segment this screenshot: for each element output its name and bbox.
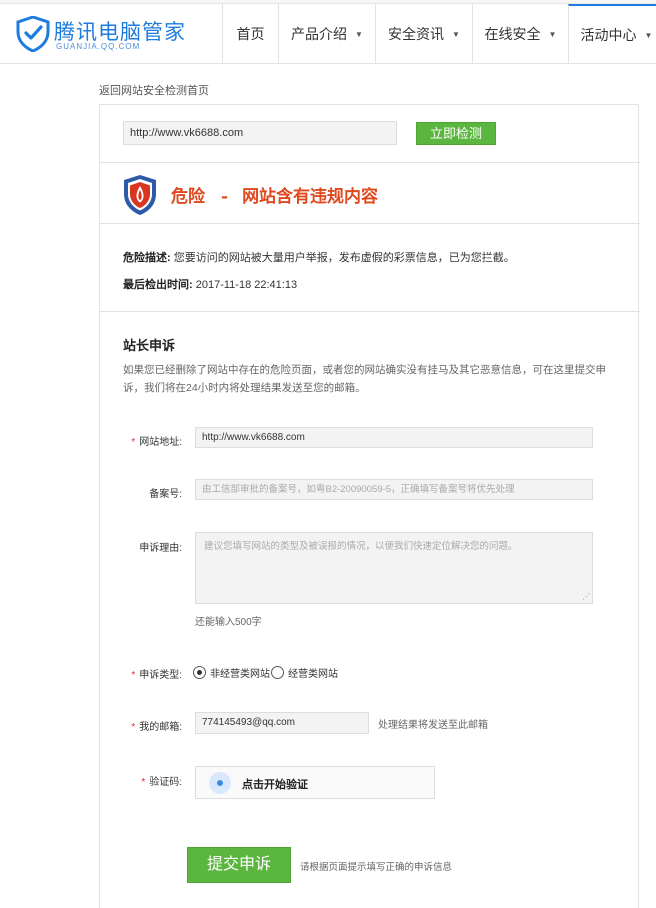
divider xyxy=(100,162,640,163)
radio-unchecked-icon[interactable] xyxy=(271,666,284,679)
nav-home[interactable]: 首页 xyxy=(222,4,278,64)
email-label: * 我的邮箱: xyxy=(100,718,182,733)
appeal-type-label: * 申诉类型: xyxy=(100,666,182,681)
required-mark: * xyxy=(131,722,136,733)
verify-dot-icon xyxy=(209,772,231,794)
nav-online-security-label: 在线安全 xyxy=(484,26,541,42)
icp-number-label: 备案号: xyxy=(149,489,182,500)
appeal-description: 如果您已经删除了网站中存在的危险页面，或者您的网站确实没有挂马及其它恶意信息，可… xyxy=(123,364,606,394)
site-address-label: * 网站地址: xyxy=(100,433,182,448)
nav-online-security[interactable]: 在线安全 ▼ xyxy=(472,4,568,64)
main-nav: 首页 产品介绍 ▼ 安全资讯 ▼ 在线安全 ▼ 活动中心 ▼ xyxy=(222,4,656,64)
result-card: http://www.vk6688.com 立即检测 危险 - 网站含有违规内容 危… xyxy=(99,104,640,908)
danger-description-label: 危险描述: xyxy=(123,252,171,264)
required-mark: * xyxy=(131,437,136,448)
divider xyxy=(100,223,640,224)
logo-subtitle: GUANJIA.QQ.COM xyxy=(56,42,141,51)
radio-non-commercial[interactable]: 非经营类网站 xyxy=(193,665,270,680)
email-input[interactable]: 774145493@qq.com xyxy=(195,712,369,734)
last-detected-time-value: 2017-11-18 22:41:13 xyxy=(195,279,298,291)
submit-hint: 请根据页面提示填写正确的申诉信息 xyxy=(300,862,453,873)
appeal-reason-label: 申诉理由: xyxy=(139,543,182,554)
site-header: 腾讯电脑管家 GUANJIA.QQ.COM 首页 产品介绍 ▼ 安全资讯 ▼ 在… xyxy=(0,4,656,64)
danger-summary: 网站含有违规内容 xyxy=(242,187,379,207)
danger-dash: - xyxy=(221,187,229,207)
last-detected-time: 最后检出时间: 2017-11-18 22:41:13 xyxy=(123,276,297,292)
danger-headline: 危险 - 网站含有违规内容 xyxy=(171,182,378,207)
nav-activity-center-label: 活动中心 xyxy=(580,27,637,43)
appeal-type-label-text: 申诉类型: xyxy=(139,670,182,681)
email-hint: 处理结果将发送至此邮箱 xyxy=(378,720,488,731)
appeal-reason-placeholder: 建议您填写网站的类型及被误报的情况，以便我们快速定位解决您的问题。 xyxy=(204,541,518,552)
radio-checked-icon[interactable] xyxy=(193,666,206,679)
danger-shield-icon xyxy=(124,175,156,215)
nav-activity-center[interactable]: 活动中心 ▼ xyxy=(568,4,656,64)
nav-products-label: 产品介绍 xyxy=(291,26,348,42)
required-mark: * xyxy=(131,670,136,681)
caret-down-icon: ▼ xyxy=(644,30,653,40)
icp-number-input[interactable]: 由工信部审批的备案号，如粤B2-20090059-5，正确填写备案号将优先处理 xyxy=(195,479,593,500)
shield-logo-icon xyxy=(16,16,50,52)
radio-non-commercial-label: 非经营类网站 xyxy=(210,669,270,680)
appeal-section-title: 站长申诉 xyxy=(123,338,176,353)
check-url-input[interactable]: http://www.vk6688.com xyxy=(123,121,397,145)
resize-handle-icon[interactable]: ⋰ xyxy=(582,593,590,601)
site-address-label-text: 网站地址: xyxy=(139,437,182,448)
captcha-label-text: 验证码: xyxy=(149,777,182,788)
required-mark: * xyxy=(141,777,146,788)
site-address-input[interactable]: http://www.vk6688.com xyxy=(195,427,593,448)
nav-home-label: 首页 xyxy=(236,26,265,42)
divider xyxy=(100,311,640,312)
submit-appeal-button[interactable]: 提交申诉 xyxy=(187,847,291,883)
radio-commercial-label: 经营类网站 xyxy=(288,669,338,680)
email-label-text: 我的邮箱: xyxy=(139,722,182,733)
last-detected-time-label: 最后检出时间: xyxy=(123,279,193,291)
captcha-verify-text: 点击开始验证 xyxy=(242,779,308,791)
appeal-reason-textarea[interactable]: 建议您填写网站的类型及被误报的情况，以便我们快速定位解决您的问题。 ⋰ xyxy=(195,532,593,604)
danger-description-text: 您要访问的网站被大量用户举报，发布虚假的彩票信息，已为您拦截。 xyxy=(173,252,515,264)
nav-security-news[interactable]: 安全资讯 ▼ xyxy=(375,4,472,64)
nav-products[interactable]: 产品介绍 ▼ xyxy=(278,4,375,64)
check-now-button[interactable]: 立即检测 xyxy=(416,122,496,145)
captcha-label: * 验证码: xyxy=(100,773,182,788)
remaining-characters: 还能输入500字 xyxy=(195,617,262,628)
back-to-check-home-link[interactable]: 返回网站安全检测首页 xyxy=(99,82,209,98)
danger-description: 危险描述: 您要访问的网站被大量用户举报，发布虚假的彩票信息，已为您拦截。 xyxy=(123,249,515,265)
nav-security-news-label: 安全资讯 xyxy=(388,26,445,42)
caret-down-icon: ▼ xyxy=(452,29,460,39)
captcha-verify-button[interactable]: 点击开始验证 xyxy=(195,766,435,799)
danger-level: 危险 xyxy=(171,187,205,207)
caret-down-icon: ▼ xyxy=(548,29,557,39)
radio-commercial[interactable]: 经营类网站 xyxy=(271,665,338,680)
caret-down-icon: ▼ xyxy=(355,29,363,39)
